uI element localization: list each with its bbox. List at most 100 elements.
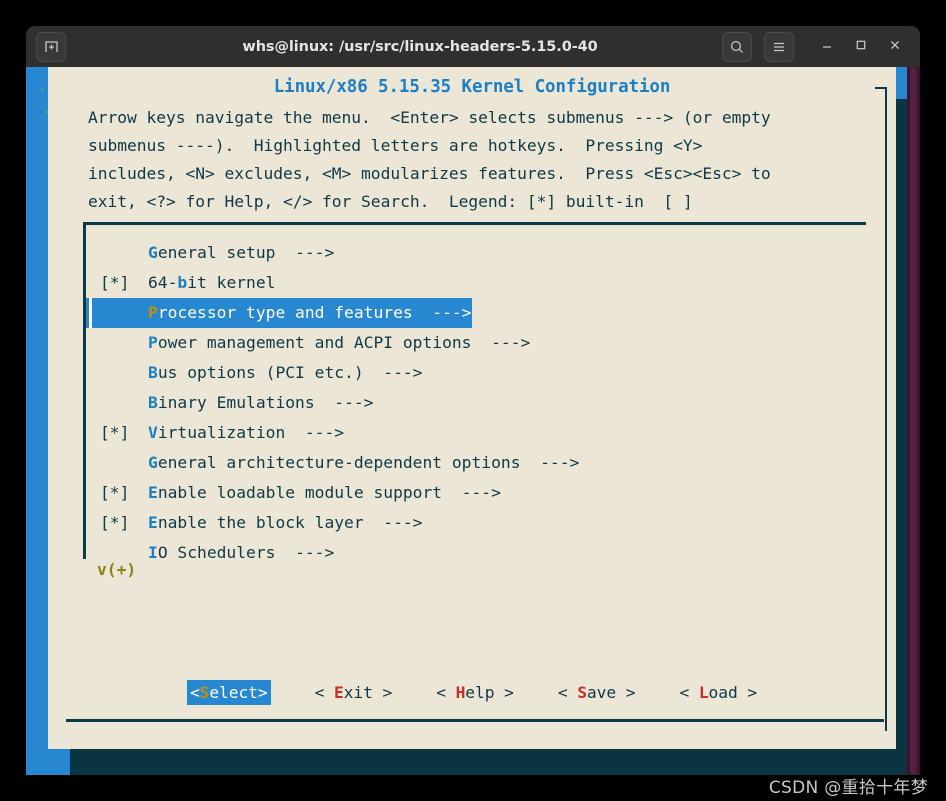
close-button[interactable]	[878, 30, 912, 64]
search-button[interactable]	[722, 31, 752, 62]
window-controls	[810, 30, 912, 64]
menu-item-label: General setup --->	[148, 243, 334, 262]
menu-item-inner: General setup --->	[86, 238, 334, 268]
menu-item-label: General architecture-dependent options -…	[148, 453, 579, 472]
menu-list[interactable]: General setup ---> [*] 64-bit kernel Proces…	[86, 238, 869, 568]
submenu-arrow-icon: --->	[363, 513, 423, 532]
dialog-title: Linux/x86 5.15.35 Kernel Configuration	[273, 77, 671, 97]
menu-item-label-rest: ower management and ACPI options	[157, 333, 472, 352]
menu-item-inner: Binary Emulations --->	[86, 388, 373, 418]
menu-item[interactable]: Power management and ACPI options --->	[86, 328, 869, 358]
menu-item[interactable]: Processor type and features --->	[86, 298, 869, 328]
menu-item-label-rest: nable the block layer	[157, 513, 364, 532]
menu-item-label: Enable loadable module support --->	[148, 483, 501, 502]
dialog-button-elect[interactable]: <Select>	[186, 679, 271, 705]
menu-item-label: 64-bit kernel	[148, 273, 275, 292]
menu-item-label-rest: it kernel	[187, 273, 276, 292]
new-tab-icon	[44, 39, 59, 54]
button-label: elect	[209, 682, 258, 702]
window-title: whs@linux: /usr/src/linux-headers-5.15.0…	[242, 38, 598, 55]
menu-item-inner: General architecture-dependent options -…	[86, 448, 579, 478]
terminal-window: whs@linux: /usr/src/linux-headers-5.15.0…	[26, 26, 920, 775]
menu-item-label: Processor type and features --->	[148, 298, 472, 328]
dialog-button-ave[interactable]: < Save >	[558, 681, 636, 704]
menu-item-label: Bus options (PCI etc.) --->	[148, 363, 423, 382]
selection-caret-icon	[86, 298, 95, 328]
menu-item-label-rest: eneral architecture-dependent options	[157, 453, 521, 472]
button-label: elp	[465, 682, 495, 702]
dialog-button-elp[interactable]: < Help >	[436, 681, 514, 704]
scroll-down-indicator: v(+)	[97, 560, 137, 579]
menu-item[interactable]: [*] Virtualization --->	[86, 418, 869, 448]
submenu-arrow-icon: --->	[275, 543, 335, 562]
menu-item-inner: [*] Enable the block layer --->	[86, 508, 423, 538]
menu-item-hotkey: E	[148, 513, 158, 532]
new-tab-button[interactable]	[36, 31, 66, 62]
button-hotkey: L	[698, 682, 709, 702]
button-hotkey: S	[577, 682, 587, 702]
submenu-arrow-icon: --->	[412, 303, 472, 322]
button-bracket-open: <	[314, 682, 334, 702]
dialog-frame-right-edge	[885, 87, 887, 731]
button-bracket-open: <	[679, 682, 699, 702]
submenu-arrow-icon: --->	[520, 453, 580, 472]
menu-item-label-rest: us options (PCI etc.)	[157, 363, 364, 382]
submenu-arrow-icon: --->	[314, 393, 374, 412]
menu-item-label: Virtualization --->	[148, 423, 344, 442]
main-menu-button[interactable]	[764, 31, 794, 62]
menu-item-checkbox: [*]	[100, 483, 130, 502]
menu-item-label: Enable the block layer --->	[148, 513, 423, 532]
dialog-button-row: <Select> < Exit > < Help > < Save > < Load >	[48, 675, 896, 709]
menu-item-label: Binary Emulations --->	[148, 393, 373, 412]
menu-item-checkbox: [*]	[100, 273, 130, 292]
hamburger-menu-icon	[771, 39, 787, 55]
menu-item-label-rest: irtualization	[157, 423, 286, 442]
button-bracket-open: <	[189, 682, 200, 702]
menu-box: General setup ---> [*] 64-bit kernel Proces…	[83, 222, 866, 562]
menu-item[interactable]: General setup --->	[86, 238, 869, 268]
submenu-arrow-icon: --->	[285, 423, 345, 442]
window-titlebar: whs@linux: /usr/src/linux-headers-5.15.0…	[26, 26, 920, 67]
dialog-button-xit[interactable]: < Exit >	[315, 681, 393, 704]
button-hotkey: E	[333, 682, 344, 702]
search-icon	[729, 39, 745, 55]
menu-item[interactable]: Bus options (PCI etc.) --->	[86, 358, 869, 388]
menu-item-hotkey: B	[148, 393, 158, 412]
watermark-label: CSDN @重拾十年梦	[768, 778, 928, 798]
menu-item[interactable]: General architecture-dependent options -…	[86, 448, 869, 478]
menu-item[interactable]: IO Schedulers --->	[86, 538, 869, 568]
menu-item[interactable]: [*] 64-bit kernel	[86, 268, 869, 298]
menu-item[interactable]: Binary Emulations --->	[86, 388, 869, 418]
button-label: xit	[343, 682, 373, 702]
button-bracket-close: >	[257, 682, 268, 702]
button-bracket-close: >	[737, 682, 758, 702]
minimize-button[interactable]	[810, 30, 844, 64]
menu-item-hotkey: E	[148, 483, 158, 502]
minimize-icon	[820, 37, 834, 56]
menu-item-hotkey: V	[148, 423, 158, 442]
maximize-button[interactable]	[844, 30, 878, 64]
button-hotkey: S	[199, 682, 210, 702]
menu-item-label-rest: O Schedulers	[157, 543, 276, 562]
menuconfig-dialog: Linux/x86 5.15.35 Kernel Configuration A…	[48, 67, 896, 749]
maximize-icon	[854, 37, 868, 56]
menu-item-label-pre: 64-	[148, 273, 178, 292]
dialog-button-oad[interactable]: < Load >	[679, 681, 757, 704]
menu-item-label-rest: eneral setup	[157, 243, 276, 262]
menu-item-hotkey: B	[148, 363, 158, 382]
menu-item-hotkey: I	[148, 543, 158, 562]
close-icon	[888, 37, 902, 56]
menu-item-hotkey: P	[148, 303, 158, 322]
dialog-help-text: Arrow keys navigate the menu. <Enter> se…	[88, 108, 771, 211]
menu-item-label: IO Schedulers --->	[148, 543, 334, 562]
submenu-arrow-icon: --->	[471, 333, 531, 352]
terminal-scrollbar[interactable]	[907, 67, 920, 775]
menu-item-inner: [*] 64-bit kernel	[86, 268, 275, 298]
menu-item-hotkey: P	[148, 333, 158, 352]
menu-item[interactable]: [*] Enable the block layer --->	[86, 508, 869, 538]
menu-item-label-rest: rocessor type and features	[157, 303, 413, 322]
button-bracket-close: >	[372, 682, 393, 702]
button-label: oad	[708, 682, 738, 702]
menu-item[interactable]: [*] Enable loadable module support --->	[86, 478, 869, 508]
menu-item-checkbox: [*]	[100, 513, 130, 532]
